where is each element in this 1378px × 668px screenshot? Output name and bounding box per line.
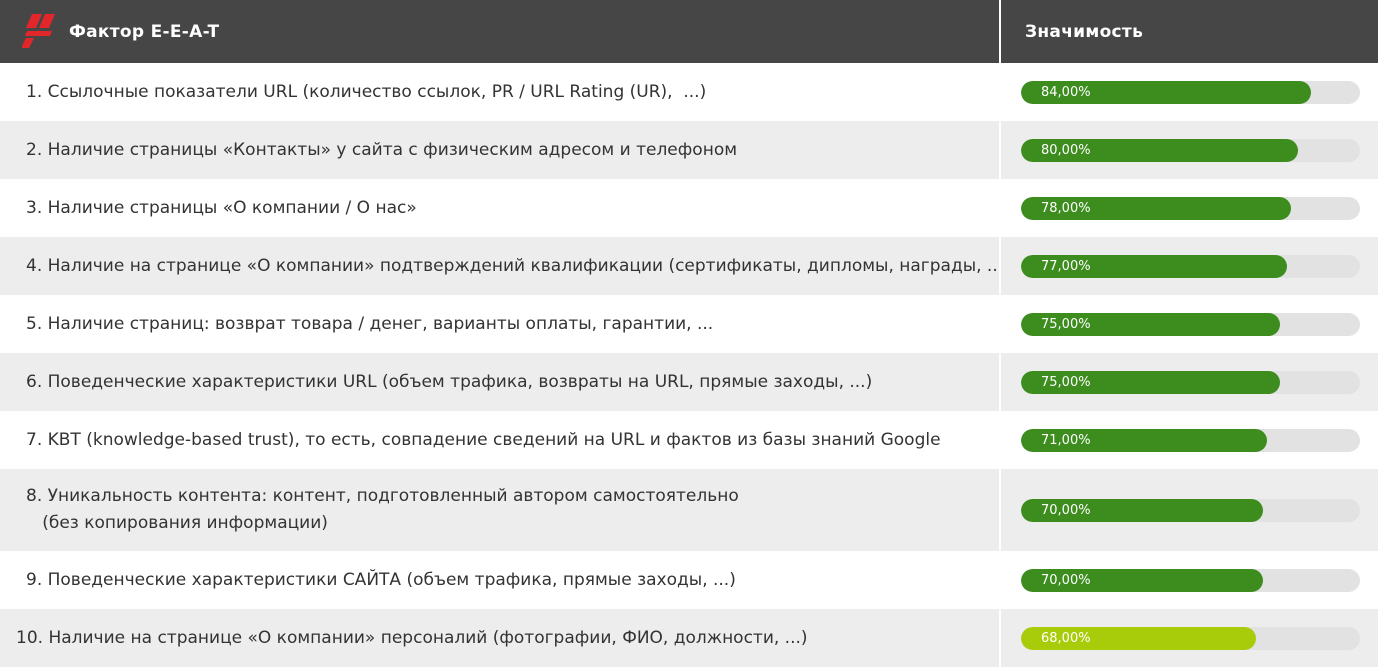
significance-cell: 70,00% [1001,469,1378,551]
table-row: 7. KBT (knowledge-based trust), то есть,… [0,411,1378,469]
progress-value-label: 84,00% [1041,84,1091,100]
header-significance-cell: Значимость [1001,0,1378,63]
factor-cell: 7. KBT (knowledge-based trust), то есть,… [0,411,999,469]
progress-value-label: 70,00% [1041,502,1091,518]
table-body: 1. Ссылочные показатели URL (количество … [0,63,1378,667]
factor-text: 2. Наличие страницы «Контакты» у сайта с… [26,139,738,160]
factor-cell: 4. Наличие на странице «О компании» подт… [0,237,1010,295]
progress-value-label: 75,00% [1041,374,1091,390]
factor-text: 6. Поведенческие характеристики URL (объ… [26,371,873,392]
table-row: 9. Поведенческие характеристики САЙТА (о… [0,551,1378,609]
factor-cell: 6. Поведенческие характеристики URL (объ… [0,353,999,411]
significance-cell: 78,00% [1001,179,1378,237]
factor-cell: 2. Наличие страницы «Контакты» у сайта с… [0,121,999,179]
progress-bar-track: 75,00% [1021,312,1360,336]
table-row: 6. Поведенческие характеристики URL (объ… [0,353,1378,411]
progress-bar-track: 78,00% [1021,196,1360,220]
table-row: 10. Наличие на странице «О компании» пер… [0,609,1378,667]
significance-cell: 80,00% [1001,121,1378,179]
progress-bar-track: 80,00% [1021,138,1360,162]
significance-cell: 75,00% [1001,353,1378,411]
progress-value-label: 80,00% [1041,142,1091,158]
factor-cell: 3. Наличие страницы «О компании / О нас» [0,179,999,237]
factor-text: 9. Поведенческие характеристики САЙТА (о… [26,569,736,590]
progress-value-label: 78,00% [1041,200,1091,216]
progress-value-label: 68,00% [1041,630,1091,646]
progress-bar-track: 70,00% [1021,568,1360,592]
significance-cell: 70,00% [1001,551,1378,609]
significance-cell: 84,00% [1001,63,1378,121]
progress-bar-track: 70,00% [1021,498,1360,522]
factor-text: 4. Наличие на странице «О компании» подт… [26,255,1010,276]
progress-value-label: 75,00% [1041,316,1091,332]
table-row: 2. Наличие страницы «Контакты» у сайта с… [0,121,1378,179]
progress-bar-track: 77,00% [1021,254,1360,278]
table-row: 5. Наличие страниц: возврат товара / ден… [0,295,1378,353]
factor-cell: 9. Поведенческие характеристики САЙТА (о… [0,551,999,609]
progress-bar-track: 84,00% [1021,80,1360,104]
table-header: Фактор E-E-A-T Значимость [0,0,1378,63]
significance-cell: 77,00% [1001,237,1378,295]
progress-bar-track: 71,00% [1021,428,1360,452]
progress-value-label: 77,00% [1041,258,1091,274]
progress-value-label: 70,00% [1041,572,1091,588]
factor-cell: 5. Наличие страниц: возврат товара / ден… [0,295,999,353]
progress-bar-track: 68,00% [1021,626,1360,650]
progress-bar-track: 75,00% [1021,370,1360,394]
factor-text: 1. Ссылочные показатели URL (количество … [26,81,707,102]
header-factor-cell: Фактор E-E-A-T [0,0,999,63]
factor-text: 10. Наличие на странице «О компании» пер… [16,627,808,648]
factor-column-header: Фактор E-E-A-T [69,21,220,42]
progress-value-label: 71,00% [1041,432,1091,448]
significance-column-header: Значимость [1025,21,1144,42]
factor-text: 5. Наличие страниц: возврат товара / ден… [26,313,714,334]
table-row: 8. Уникальность контента: контент, подго… [0,469,1378,551]
factor-text: 8. Уникальность контента: контент, подго… [26,486,739,533]
eeat-factors-table: Фактор E-E-A-T Значимость 1. Ссылочные п… [0,0,1378,668]
factor-cell: 1. Ссылочные показатели URL (количество … [0,63,999,121]
significance-cell: 68,00% [1001,609,1378,667]
factor-text: 3. Наличие страницы «О компании / О нас» [26,197,417,218]
table-row: 4. Наличие на странице «О компании» подт… [0,237,1378,295]
factor-text: 7. KBT (knowledge-based trust), то есть,… [26,429,941,450]
brand-logo-icon [22,14,55,48]
factor-cell: 10. Наличие на странице «О компании» пер… [0,609,999,667]
significance-cell: 75,00% [1001,295,1378,353]
significance-cell: 71,00% [1001,411,1378,469]
factor-cell: 8. Уникальность контента: контент, подго… [0,469,999,551]
table-row: 1. Ссылочные показатели URL (количество … [0,63,1378,121]
table-row: 3. Наличие страницы «О компании / О нас»… [0,179,1378,237]
